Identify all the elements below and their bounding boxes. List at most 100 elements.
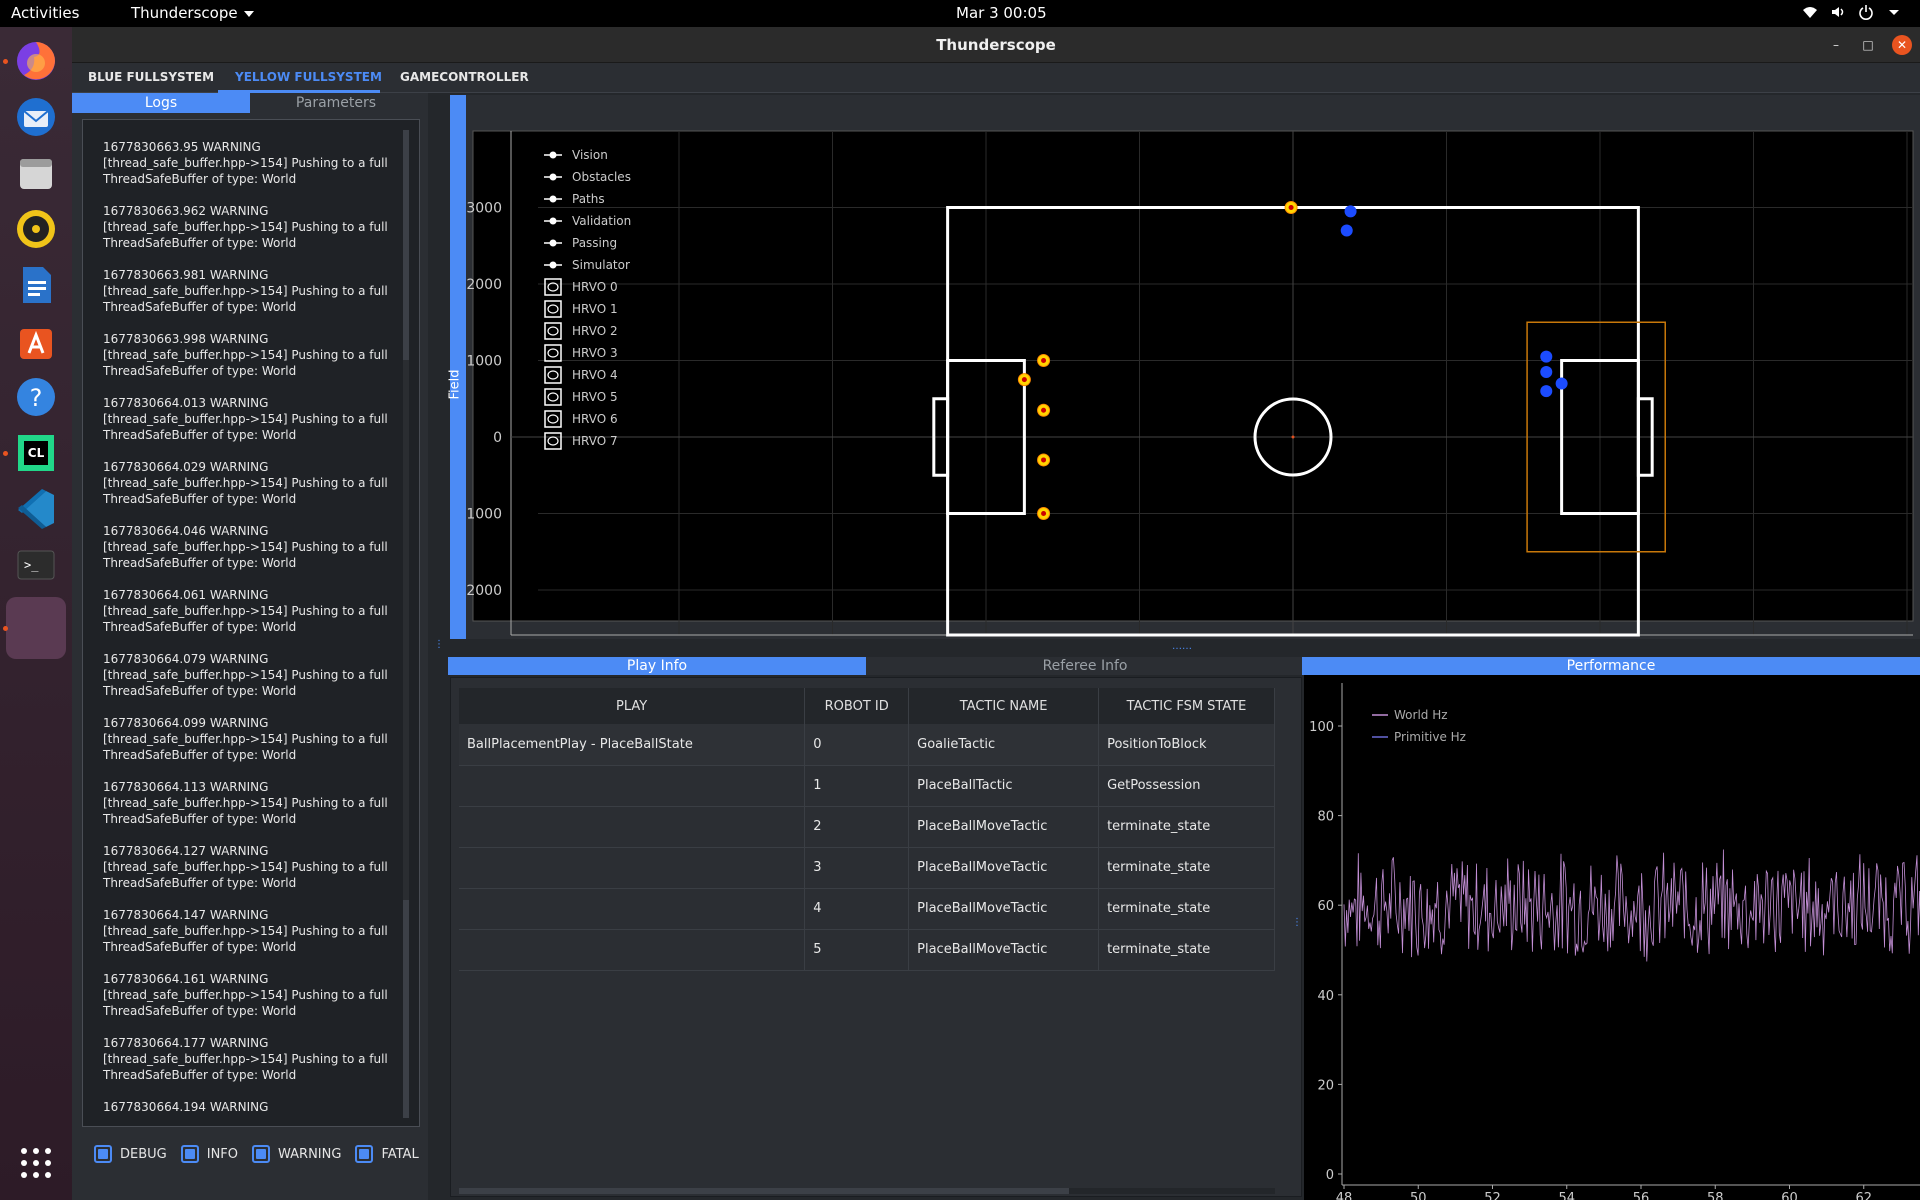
table-row[interactable]: 1 PlaceBallTactic GetPossession [459,765,1275,807]
legend-label: HRVO 1 [572,302,618,316]
column-header[interactable]: PLAY [459,688,806,724]
software-icon[interactable] [12,317,60,365]
thunderbird-icon[interactable] [12,93,60,141]
app-menu[interactable]: Thunderscope [131,4,254,22]
field-view[interactable]: -8000-6000-4000-200002000400060008000300… [466,95,1920,639]
legend-label: Paths [572,192,605,206]
chevron-down-icon [243,10,254,17]
table-row[interactable]: BallPlacementPlay - PlaceBallState 0 Goali… [459,724,1275,766]
log-line: ThreadSafeBuffer of type: World [103,684,297,698]
log-list[interactable]: 1677830663.95 WARNING [thread_safe_buffer… [82,119,420,1127]
table-row[interactable]: 4 PlaceBallMoveTactic terminate_state [459,888,1275,930]
table-cell [459,806,806,848]
tab-parameters[interactable]: Parameters [250,93,422,113]
field-dock-title[interactable]: Field [448,95,466,639]
log-line: [thread_safe_buffer.hpp->154] Pushing to… [103,988,388,1002]
column-header[interactable]: ROBOT ID [804,688,910,724]
y-tick-label: 0 [493,430,502,446]
wifi-icon[interactable] [1802,4,1818,20]
tab-play-info[interactable]: Play Info [448,657,866,675]
field-canvas[interactable]: -8000-6000-4000-200002000400060008000300… [466,95,1920,639]
horizontal-scrollbar[interactable] [459,1188,1275,1194]
filter-info[interactable]: INFO [180,1145,238,1163]
log-line: [thread_safe_buffer.hpp->154] Pushing to… [103,156,388,170]
y-tick-label: 100 [1309,720,1334,735]
activities-button[interactable]: Activities [11,4,79,22]
table-cell [459,847,806,889]
terminal-icon[interactable]: >_ [12,541,60,589]
writer-icon[interactable] [12,261,60,309]
tab-referee-info[interactable]: Referee Info [866,657,1304,675]
app-grid-icon[interactable] [12,1139,60,1187]
table-cell: PlaceBallMoveTactic [908,806,1100,848]
help-icon[interactable]: ? [12,373,60,421]
table-cell [459,929,806,971]
log-line: [thread_safe_buffer.hpp->154] Pushing to… [103,540,388,554]
blue-robot [1540,350,1553,363]
clion-icon[interactable]: CL [12,429,60,477]
maximize-icon[interactable]: □ [1858,35,1878,55]
log-entries: 1677830663.95 WARNING [thread_safe_buffer… [103,139,393,1126]
scrollbar-thumb[interactable] [403,130,409,360]
legend-label: Primitive Hz [1394,730,1466,744]
rhythmbox-icon[interactable] [12,205,60,253]
log-entry: 1677830664.113 WARNING [thread_safe_buffe… [103,779,393,843]
splitter-handle[interactable]: …… [1172,641,1192,652]
power-icon[interactable] [1858,4,1874,20]
y-tick-label: 20 [1317,1078,1334,1093]
clock[interactable]: Mar 3 00:05 [956,4,1047,22]
tab-logs[interactable]: Logs [72,93,250,113]
play-info-table[interactable]: PLAY ROBOT ID TACTIC NAME TACTIC FSM STATE … [459,688,1275,971]
tab-gamecontroller[interactable]: GAMECONTROLLER [400,70,529,84]
checkbox[interactable] [94,1145,112,1163]
files-icon[interactable] [12,149,60,197]
checkbox[interactable] [180,1145,199,1163]
performance-chart[interactable]: 100806040200485052545658606264World HzPr… [1304,675,1920,1200]
x-tick-label: 52 [1484,1191,1501,1200]
filter-debug[interactable]: DEBUG [94,1145,167,1163]
log-line: ThreadSafeBuffer of type: World [103,1004,297,1018]
table-row[interactable]: 5 PlaceBallMoveTactic terminate_state [459,929,1275,971]
performance-panel[interactable]: 100806040200485052545658606264World HzPr… [1304,675,1920,1200]
volume-icon[interactable] [1830,4,1846,20]
table-row[interactable]: 3 PlaceBallMoveTactic terminate_state [459,847,1275,889]
firefox-icon[interactable] [12,37,60,85]
minimize-icon[interactable]: – [1826,35,1846,55]
log-line: 1677830664.013 WARNING [103,396,269,410]
tab-blue-fullsystem[interactable]: BLUE FULLSYSTEM [88,70,214,84]
checkbox[interactable] [252,1145,271,1163]
splitter-handle[interactable]: ⋮ [434,639,444,650]
tab-yellow-fullsystem[interactable]: YELLOW FULLSYSTEM [235,70,382,84]
tab-performance[interactable]: Performance [1302,657,1920,675]
filter-fatal[interactable]: FATAL [355,1145,419,1163]
thunderscope-window: Thunderscope – □ ✕ BLUE FULLSYSTEM YELLO… [72,27,1920,1200]
splitter-handle[interactable]: ⋮ [1292,917,1302,928]
legend-marker [549,239,557,247]
play-info-panel: PLAY ROBOT ID TACTIC NAME TACTIC FSM STATE … [450,677,1302,1197]
table-cell: 4 [804,888,910,930]
chevron-down-icon[interactable] [1886,4,1902,20]
filter-warning[interactable]: WARNING [252,1145,341,1163]
title-bar[interactable]: Thunderscope – □ ✕ [72,27,1920,63]
table-row[interactable]: 2 PlaceBallMoveTactic terminate_state [459,806,1275,848]
close-icon[interactable]: ✕ [1892,35,1912,55]
log-line: [thread_safe_buffer.hpp->154] Pushing to… [103,348,388,362]
scrollbar-thumb[interactable] [459,1188,1069,1194]
system-tray[interactable] [1802,4,1902,20]
log-line: [thread_safe_buffer.hpp->154] Pushing to… [103,476,388,490]
log-scrollbar[interactable] [403,130,409,1118]
thunderscope-icon[interactable] [6,597,66,659]
legend-marker [549,173,557,181]
robot-id-dot [1041,358,1047,363]
legend-label: HRVO 5 [572,390,618,404]
log-line: 1677830664.029 WARNING [103,460,269,474]
column-header[interactable]: TACTIC FSM STATE [1098,688,1275,724]
vscode-icon[interactable] [12,485,60,533]
plot-area [472,130,1914,622]
checkbox[interactable] [355,1145,374,1163]
table-cell: PlaceBallMoveTactic [908,929,1100,971]
log-entry: 1677830664.127 WARNING [thread_safe_buffe… [103,843,393,907]
scrollbar-thumb[interactable] [403,900,409,1118]
column-header[interactable]: TACTIC NAME [908,688,1100,724]
x-tick-label: 56 [1633,1191,1650,1200]
